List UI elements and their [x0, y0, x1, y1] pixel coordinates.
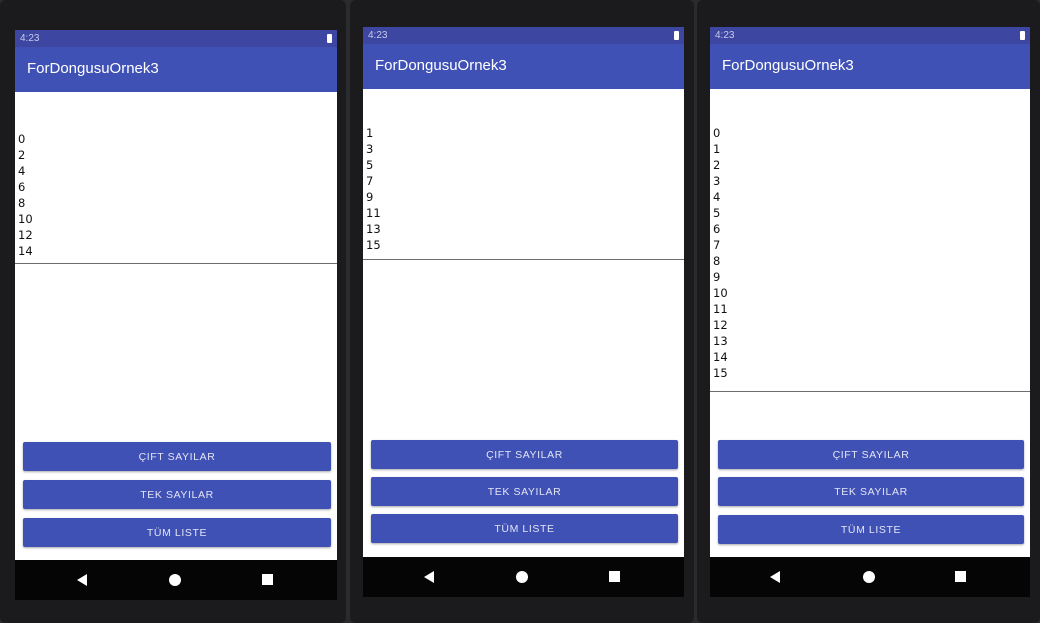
navigation-bar	[15, 560, 337, 600]
app-title: ForDongusuOrnek3	[722, 57, 854, 74]
status-time: 4:23	[715, 30, 735, 41]
full-list-button[interactable]: TÜM LISTE	[371, 514, 678, 543]
even-numbers-button[interactable]: ÇIFT SAYILAR	[718, 440, 1024, 469]
list-item: 10	[713, 286, 728, 300]
app-bar: ForDongusuOrnek3	[15, 47, 337, 92]
app-bar: ForDongusuOrnek3	[363, 44, 684, 89]
list-item: 11	[366, 206, 381, 220]
list-item: 13	[713, 334, 728, 348]
list-item: 6	[18, 180, 26, 194]
recent-apps-icon[interactable]	[955, 571, 966, 582]
list-item: 7	[713, 238, 721, 252]
list-item: 2	[18, 148, 26, 162]
home-icon[interactable]	[863, 571, 875, 583]
phone-frame-1: 4:23 ForDongusuOrnek3 0 2 4 6 8 10 12 14…	[0, 0, 346, 623]
status-bar: 4:23	[363, 27, 684, 44]
app-title: ForDongusuOrnek3	[27, 60, 159, 77]
number-list: 0 1 2 3 4 5 6 7 8 9 10 11 12 13 14 15	[713, 125, 728, 381]
list-item: 15	[366, 238, 381, 252]
list-item: 14	[18, 244, 33, 258]
phone-screen: 4:23 ForDongusuOrnek3 0 2 4 6 8 10 12 14…	[15, 30, 337, 600]
even-numbers-button[interactable]: ÇIFT SAYILAR	[371, 440, 678, 469]
phone-frame-2: 4:23 ForDongusuOrnek3 1 3 5 7 9 11 13 15…	[350, 0, 694, 623]
list-item: 13	[366, 222, 381, 236]
phone-screen: 4:23 ForDongusuOrnek3 1 3 5 7 9 11 13 15…	[363, 27, 684, 597]
list-item: 14	[713, 350, 728, 364]
status-time: 4:23	[20, 33, 40, 44]
list-item: 8	[713, 254, 721, 268]
battery-icon	[674, 31, 679, 40]
list-divider	[363, 259, 684, 260]
battery-icon	[327, 34, 332, 43]
app-title: ForDongusuOrnek3	[375, 57, 507, 74]
home-icon[interactable]	[516, 571, 528, 583]
list-item: 4	[713, 190, 721, 204]
navigation-bar	[363, 557, 684, 597]
recent-apps-icon[interactable]	[262, 574, 273, 585]
status-bar: 4:23	[710, 27, 1030, 44]
status-bar: 4:23	[15, 30, 337, 47]
list-item: 9	[366, 190, 374, 204]
recent-apps-icon[interactable]	[609, 571, 620, 582]
list-item: 15	[713, 366, 728, 380]
number-list: 0 2 4 6 8 10 12 14	[18, 131, 33, 259]
back-icon[interactable]	[77, 574, 87, 586]
list-item: 3	[366, 142, 374, 156]
list-item: 12	[18, 228, 33, 242]
back-icon[interactable]	[770, 571, 780, 583]
list-item: 9	[713, 270, 721, 284]
number-list: 1 3 5 7 9 11 13 15	[366, 125, 381, 253]
list-item: 1	[366, 126, 374, 140]
odd-numbers-button[interactable]: TEK SAYILAR	[371, 477, 678, 506]
app-bar: ForDongusuOrnek3	[710, 44, 1030, 89]
list-item: 5	[713, 206, 721, 220]
full-list-button[interactable]: TÜM LISTE	[718, 515, 1024, 544]
list-item: 5	[366, 158, 374, 172]
list-item: 7	[366, 174, 374, 188]
list-item: 6	[713, 222, 721, 236]
home-icon[interactable]	[169, 574, 181, 586]
list-item: 0	[713, 126, 721, 140]
navigation-bar	[710, 557, 1030, 597]
list-item: 12	[713, 318, 728, 332]
list-item: 10	[18, 212, 33, 226]
list-item: 4	[18, 164, 26, 178]
phone-frame-3: 4:23 ForDongusuOrnek3 0 1 2 3 4 5 6 7 8 …	[697, 0, 1040, 623]
list-item: 11	[713, 302, 728, 316]
phone-screen: 4:23 ForDongusuOrnek3 0 1 2 3 4 5 6 7 8 …	[710, 27, 1030, 597]
list-item: 2	[713, 158, 721, 172]
status-time: 4:23	[368, 30, 388, 41]
list-item: 1	[713, 142, 721, 156]
list-item: 8	[18, 196, 26, 210]
full-list-button[interactable]: TÜM LISTE	[23, 518, 331, 547]
list-divider	[15, 263, 337, 264]
back-icon[interactable]	[424, 571, 434, 583]
odd-numbers-button[interactable]: TEK SAYILAR	[23, 480, 331, 509]
odd-numbers-button[interactable]: TEK SAYILAR	[718, 477, 1024, 506]
list-divider	[710, 391, 1030, 392]
list-item: 0	[18, 132, 26, 146]
list-item: 3	[713, 174, 721, 188]
battery-icon	[1020, 31, 1025, 40]
even-numbers-button[interactable]: ÇIFT SAYILAR	[23, 442, 331, 471]
